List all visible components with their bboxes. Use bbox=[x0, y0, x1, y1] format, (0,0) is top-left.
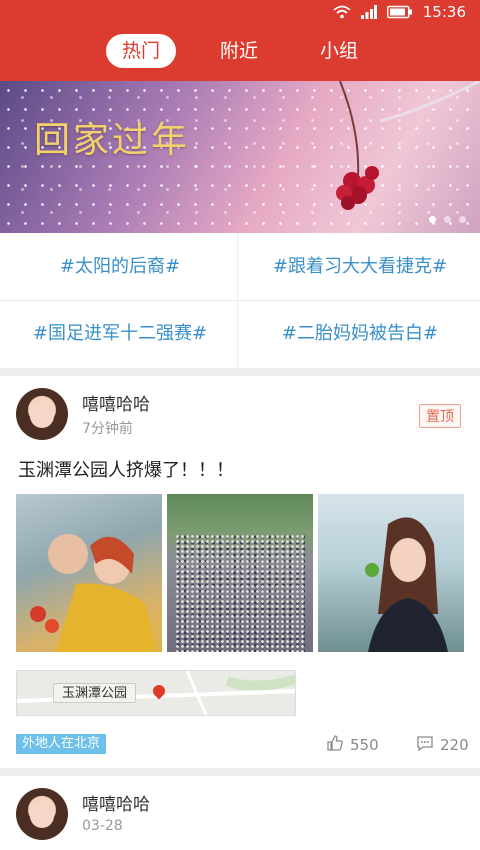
divider bbox=[0, 300, 480, 301]
post-username[interactable]: 嘻嘻哈哈 bbox=[82, 390, 150, 415]
section-gap bbox=[0, 368, 480, 376]
tab-nearby[interactable]: 附近 bbox=[206, 34, 272, 68]
carousel-dot-active bbox=[429, 216, 436, 223]
signal-icon bbox=[360, 5, 377, 19]
post-username[interactable]: 嘻嘻哈哈 bbox=[82, 790, 150, 815]
like-count: 550 bbox=[350, 736, 379, 754]
post-card[interactable]: 嘻嘻哈哈 03-28 bbox=[0, 776, 480, 850]
berry-branch-illustration bbox=[336, 81, 480, 210]
status-time: 15:36 bbox=[422, 3, 466, 21]
post-photo[interactable] bbox=[167, 494, 313, 652]
avatar[interactable] bbox=[16, 788, 68, 840]
post-tag[interactable]: 外地人在北京 bbox=[16, 734, 107, 754]
wifi-icon bbox=[333, 5, 351, 19]
app-screen: 15:36 热门 附近 小组 回家过年 #太阳的后裔# #跟着习大大看捷克# #… bbox=[0, 0, 480, 850]
battery-icon bbox=[386, 5, 413, 19]
section-gap bbox=[0, 768, 480, 776]
post-photo[interactable] bbox=[318, 494, 464, 652]
post-text: 玉渊潭公园人挤爆了！！！ bbox=[18, 460, 234, 481]
comment-button[interactable]: 220 bbox=[416, 734, 469, 756]
tab-groups[interactable]: 小组 bbox=[306, 34, 372, 68]
topic-link[interactable]: #跟着习大大看捷克# bbox=[240, 233, 480, 300]
avatar[interactable] bbox=[16, 388, 68, 440]
location-map-chip[interactable]: 玉渊潭公园 bbox=[16, 670, 296, 716]
banner-title: 回家过年 bbox=[34, 120, 191, 161]
topic-link[interactable]: #太阳的后裔# bbox=[0, 233, 240, 300]
post-photo[interactable] bbox=[16, 494, 162, 652]
tab-hot[interactable]: 热门 bbox=[106, 34, 176, 68]
post-time: 7分钟前 bbox=[82, 421, 133, 437]
comment-icon bbox=[416, 734, 434, 756]
carousel-dot bbox=[444, 216, 451, 223]
hot-topics-grid: #太阳的后裔# #跟着习大大看捷克# #国足进军十二强赛# #二胎妈妈被告白# bbox=[0, 233, 480, 368]
status-bar: 15:36 bbox=[0, 0, 480, 24]
topic-link[interactable]: #二胎妈妈被告白# bbox=[240, 300, 480, 367]
comment-count: 220 bbox=[440, 736, 469, 754]
location-label: 玉渊潭公园 bbox=[53, 683, 137, 703]
post-time: 03-28 bbox=[82, 818, 123, 834]
header: 15:36 热门 附近 小组 bbox=[0, 0, 480, 81]
carousel-dot bbox=[459, 216, 466, 223]
carousel-dots bbox=[429, 216, 466, 223]
post-card[interactable]: 嘻嘻哈哈 7分钟前 置顶 玉渊潭公园人挤爆了！！！ 玉渊潭公园 外地人在北京 5… bbox=[0, 376, 480, 768]
topic-link[interactable]: #国足进军十二强赛# bbox=[0, 300, 240, 367]
pinned-badge: 置顶 bbox=[419, 404, 461, 428]
thumb-up-icon bbox=[326, 734, 344, 756]
banner-carousel[interactable]: 回家过年 bbox=[0, 81, 480, 233]
tab-bar: 热门 附近 小组 bbox=[0, 34, 480, 70]
like-button[interactable]: 550 bbox=[326, 734, 379, 756]
